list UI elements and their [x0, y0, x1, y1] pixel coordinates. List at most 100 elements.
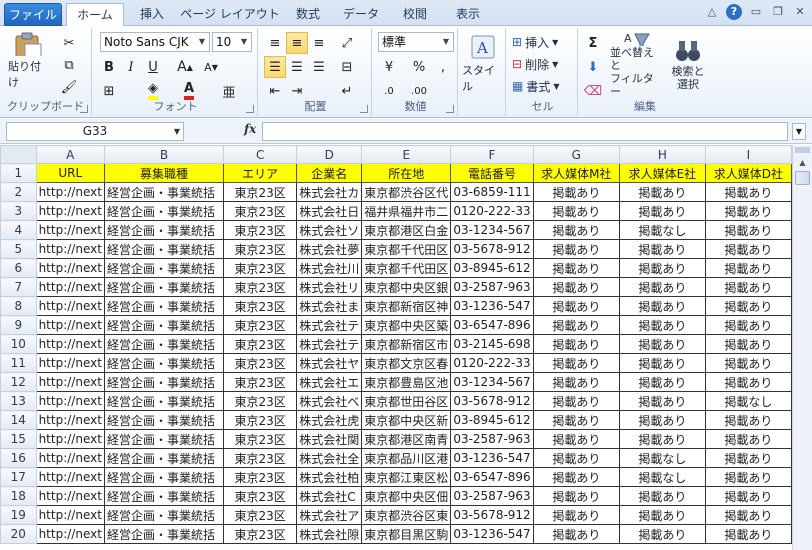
cell-company[interactable]: 株式会社ま: [296, 296, 363, 316]
cell-media-d[interactable]: 掲載あり: [704, 277, 792, 297]
cell-area[interactable]: 東京23区: [222, 315, 298, 335]
cell-area[interactable]: 東京23区: [222, 448, 298, 468]
cell-media-d[interactable]: 掲載あり: [704, 486, 792, 506]
cell-media-m[interactable]: 掲載あり: [532, 410, 620, 430]
cell-media-e[interactable]: 掲載あり: [618, 486, 706, 506]
cell-media-e[interactable]: 掲載あり: [618, 277, 706, 297]
cell-job-type[interactable]: 経営企画・事業統括: [103, 448, 224, 468]
cell-area[interactable]: 東京23区: [222, 524, 298, 544]
cell-company[interactable]: 株式会社ヤ: [296, 353, 363, 373]
font-name-combo[interactable]: Noto Sans CJK ▼: [100, 32, 210, 52]
align-top-icon[interactable]: ≡: [264, 32, 286, 54]
tab-page-layout[interactable]: ページ レイアウト: [180, 3, 280, 26]
cell-address[interactable]: 東京都渋谷区東: [361, 505, 452, 525]
percent-icon[interactable]: %: [408, 56, 430, 78]
cell-job-type[interactable]: 経営企画・事業統括: [103, 315, 224, 335]
row-header[interactable]: 7: [0, 277, 37, 297]
cell-phone[interactable]: 03-2587-963: [450, 429, 534, 449]
underline-button[interactable]: U: [142, 56, 164, 78]
tab-view[interactable]: 表示: [446, 3, 490, 26]
cell-phone[interactable]: 0120-222-33: [450, 353, 534, 373]
cell-company[interactable]: 株式会社エ: [296, 372, 363, 392]
cell-phone[interactable]: 03-1234-567: [450, 220, 534, 240]
cell-job-type[interactable]: 経営企画・事業統括: [103, 372, 224, 392]
row-header[interactable]: 19: [0, 505, 37, 525]
cell-media-m[interactable]: 掲載あり: [532, 524, 620, 544]
cell-area[interactable]: 東京23区: [222, 334, 298, 354]
cell-address[interactable]: 東京都中央区新: [361, 410, 452, 430]
column-header[interactable]: E: [361, 145, 452, 164]
column-header[interactable]: A: [35, 145, 105, 164]
bold-button[interactable]: B: [98, 56, 120, 78]
sort-filter-button[interactable]: A Z 並べ替えと フィルター: [610, 30, 664, 98]
cell-company[interactable]: 株式会社関: [296, 429, 363, 449]
row-header[interactable]: 17: [0, 467, 37, 487]
cell-area[interactable]: 東京23区: [222, 429, 298, 449]
scroll-up-arrow-icon[interactable]: ▲: [795, 155, 810, 170]
cell-address[interactable]: 東京都千代田区: [361, 258, 452, 278]
cell-company[interactable]: 株式会社カ: [296, 182, 363, 202]
row-header[interactable]: 18: [0, 486, 37, 506]
row-header[interactable]: 8: [0, 296, 37, 316]
cell-job-type[interactable]: 経営企画・事業統括: [103, 296, 224, 316]
font-size-combo[interactable]: 10 ▼: [212, 32, 252, 52]
cell-media-e[interactable]: 掲載あり: [618, 239, 706, 259]
cell-url[interactable]: http://next: [35, 372, 105, 392]
cell-media-d[interactable]: 掲載あり: [704, 410, 792, 430]
number-format-combo[interactable]: 標準 ▼: [378, 32, 454, 52]
decrease-font-icon[interactable]: A ▼: [200, 56, 222, 78]
orientation-icon[interactable]: ⤢: [336, 32, 358, 54]
split-handle[interactable]: [795, 147, 810, 153]
cell-media-e[interactable]: 掲載あり: [618, 258, 706, 278]
cell-media-m[interactable]: 掲載あり: [532, 467, 620, 487]
cell-media-m[interactable]: 掲載あり: [532, 201, 620, 221]
cell-media-e[interactable]: 掲載あり: [618, 201, 706, 221]
cell-company[interactable]: 株式会社ア: [296, 505, 363, 525]
copy-icon[interactable]: ⧉: [58, 54, 80, 76]
cell-media-m[interactable]: 掲載あり: [532, 220, 620, 240]
vertical-scrollbar[interactable]: ▲: [792, 145, 812, 550]
cell-phone[interactable]: 03-1236-547: [450, 448, 534, 468]
cell-address[interactable]: 福井県福井市二: [361, 201, 452, 221]
align-middle-icon[interactable]: ≡: [286, 32, 308, 54]
cell-job-type[interactable]: 経営企画・事業統括: [103, 391, 224, 411]
cell-media-e[interactable]: 掲載あり: [618, 353, 706, 373]
autosum-button[interactable]: Σ: [582, 32, 604, 54]
fill-icon[interactable]: ⬇: [582, 56, 604, 78]
cell-url[interactable]: http://next: [35, 429, 105, 449]
cell-phone[interactable]: 03-1234-567: [450, 372, 534, 392]
column-header[interactable]: H: [618, 145, 706, 164]
cell-area[interactable]: 東京23区: [222, 220, 298, 240]
cell-address[interactable]: 東京都新宿区神: [361, 296, 452, 316]
align-right-icon[interactable]: ☰: [308, 56, 330, 78]
cell-address[interactable]: 東京都渋谷区代: [361, 182, 452, 202]
cell-area[interactable]: 東京23区: [222, 467, 298, 487]
font-name-dropdown-icon[interactable]: ▼: [195, 33, 209, 51]
cell-media-e[interactable]: 掲載あり: [618, 296, 706, 316]
cell-media-e[interactable]: 掲載あり: [618, 182, 706, 202]
cell-url[interactable]: http://next: [35, 239, 105, 259]
header-cell-media-m[interactable]: 求人媒体M社: [532, 163, 620, 183]
cell-media-m[interactable]: 掲載あり: [532, 486, 620, 506]
name-box[interactable]: G33: [6, 122, 184, 141]
cell-phone[interactable]: 03-6859-111: [450, 182, 534, 202]
cell-address[interactable]: 東京都世田谷区: [361, 391, 452, 411]
scroll-thumb[interactable]: [795, 171, 810, 185]
cell-media-m[interactable]: 掲載あり: [532, 505, 620, 525]
cell-media-d[interactable]: 掲載あり: [704, 182, 792, 202]
cell-media-m[interactable]: 掲載あり: [532, 429, 620, 449]
currency-icon[interactable]: ¥: [378, 56, 400, 78]
row-header[interactable]: 5: [0, 239, 37, 259]
cell-address[interactable]: 東京都千代田区: [361, 239, 452, 259]
cell-job-type[interactable]: 経営企画・事業統括: [103, 258, 224, 278]
cell-url[interactable]: http://next: [35, 448, 105, 468]
cell-phone[interactable]: 03-6547-896: [450, 315, 534, 335]
cell-job-type[interactable]: 経営企画・事業統括: [103, 220, 224, 240]
cell-area[interactable]: 東京23区: [222, 182, 298, 202]
header-cell-address[interactable]: 所在地: [361, 163, 452, 183]
name-box-dropdown-icon[interactable]: ▼: [170, 122, 184, 141]
cell-media-m[interactable]: 掲載あり: [532, 239, 620, 259]
cell-address[interactable]: 東京都中央区銀: [361, 277, 452, 297]
cell-media-d[interactable]: 掲載あり: [704, 201, 792, 221]
cell-phone[interactable]: 03-1236-547: [450, 296, 534, 316]
